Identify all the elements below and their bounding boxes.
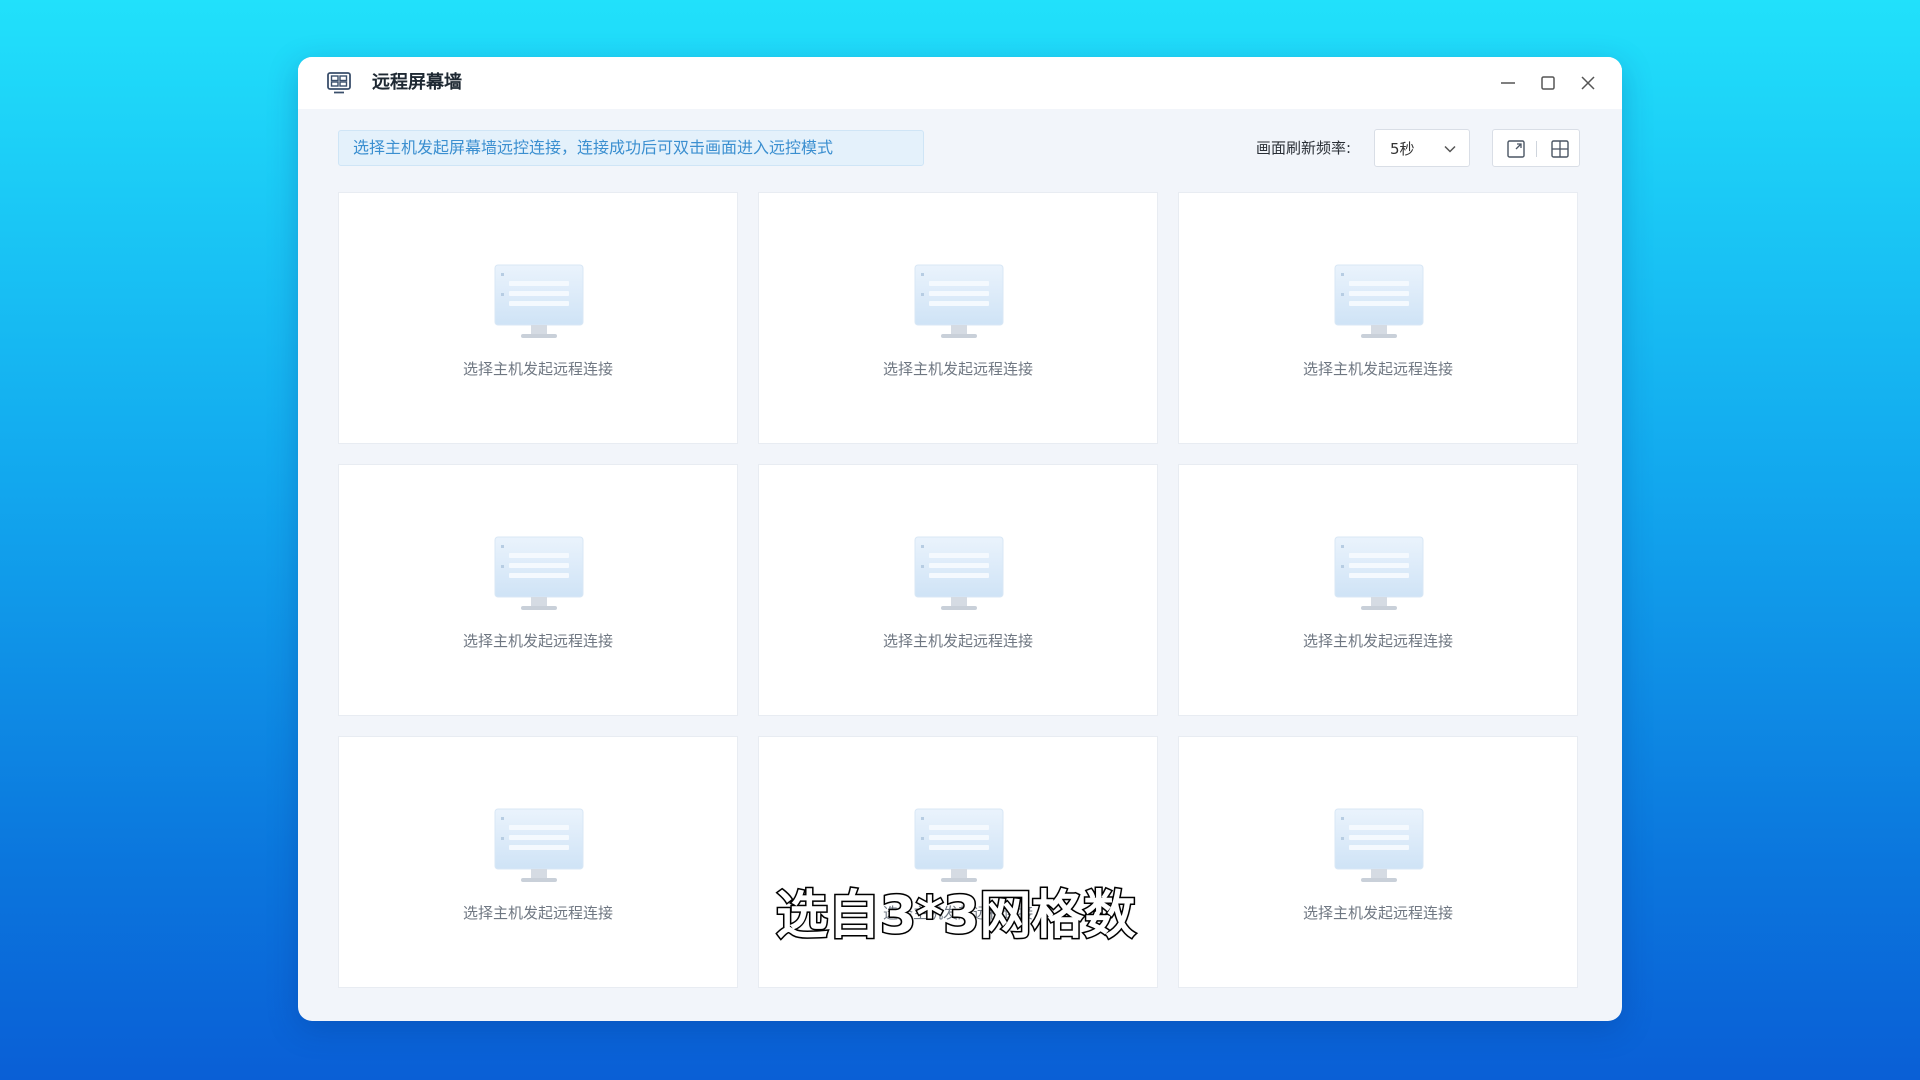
screen-cell[interactable]: 选择主机发起远程连接 (1178, 192, 1578, 444)
cell-label: 选择主机发起远程连接 (462, 632, 613, 650)
minimize-button[interactable] (1494, 69, 1522, 97)
screen-cell[interactable]: 选择主机发起远程连接 (758, 192, 1158, 444)
monitor-icon (494, 264, 584, 338)
cell-label: 选择主机发起远程连接 (1302, 632, 1453, 650)
refresh-rate-select[interactable]: 5秒 (1374, 129, 1470, 167)
screen-cell[interactable]: 选择主机发起远程连接 (338, 464, 738, 716)
screen-cell[interactable]: 选择主机发起远程连接 (1178, 736, 1578, 988)
cell-label: 选择主机发起远程连接 (462, 360, 613, 378)
screen-cell[interactable]: 选择主机发起远程连接 (758, 736, 1158, 988)
minimize-icon (1501, 82, 1515, 84)
cell-label: 选择主机发起远程连接 (462, 904, 613, 922)
screen-cell[interactable]: 选择主机发起远程连接 (758, 464, 1158, 716)
monitor-icon (914, 264, 1004, 338)
grid-layout-button[interactable] (1549, 138, 1571, 160)
screen-cell[interactable]: 选择主机发起远程连接 (1178, 464, 1578, 716)
single-screen-icon (1507, 140, 1525, 158)
chevron-down-icon (1444, 145, 1456, 153)
screen-cell[interactable]: 选择主机发起远程连接 (338, 736, 738, 988)
desktop-background: 远程屏幕墙 选择主机发起屏幕墙远控连接，连接成功后可双击画面进入远控模式 画面刷… (0, 0, 1920, 1080)
title-bar: 远程屏幕墙 (298, 57, 1622, 109)
close-button[interactable] (1574, 69, 1602, 97)
layout-switcher (1492, 129, 1580, 167)
cell-label: 选择主机发起远程连接 (882, 360, 1033, 378)
screen-wall-window: 远程屏幕墙 选择主机发起屏幕墙远控连接，连接成功后可双击画面进入远控模式 画面刷… (298, 57, 1622, 1021)
screen-wall-icon (326, 70, 352, 96)
cell-label: 选择主机发起远程连接 (1302, 360, 1453, 378)
refresh-rate-value: 5秒 (1390, 140, 1415, 158)
maximize-button[interactable] (1534, 69, 1562, 97)
single-screen-button[interactable] (1505, 138, 1527, 160)
monitor-icon (494, 808, 584, 882)
monitor-icon (914, 808, 1004, 882)
maximize-icon (1541, 76, 1555, 90)
cell-label: 选择主机发起远程连接 (882, 632, 1033, 650)
connection-hint: 选择主机发起屏幕墙远控连接，连接成功后可双击画面进入远控模式 (338, 130, 924, 166)
screen-cell[interactable]: 选择主机发起远程连接 (338, 192, 738, 444)
refresh-rate-label: 画面刷新频率: (1256, 139, 1352, 157)
close-icon (1581, 76, 1595, 90)
monitor-icon (494, 536, 584, 610)
monitor-icon (1334, 808, 1424, 882)
monitor-icon (1334, 536, 1424, 610)
cell-label: 选择主机发起远程连接 (1302, 904, 1453, 922)
window-title: 远程屏幕墙 (372, 72, 462, 93)
video-subtitle: 选自3*3网格数 (775, 885, 1138, 948)
monitor-icon (914, 536, 1004, 610)
layout-divider (1536, 141, 1537, 157)
monitor-icon (1334, 264, 1424, 338)
grid-icon (1551, 140, 1569, 158)
